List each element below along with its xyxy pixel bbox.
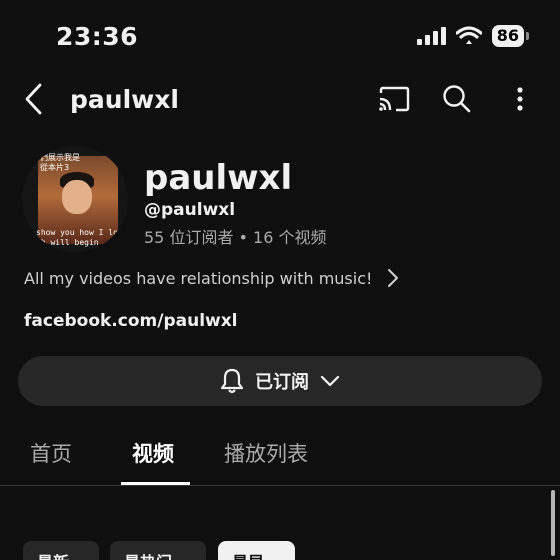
channel-handle: @paulwxl xyxy=(144,200,236,220)
filter-chip-oldest[interactable]: 最早 xyxy=(218,541,295,560)
more-options-button[interactable] xyxy=(507,86,533,116)
avatar-caption: ch will begin xyxy=(36,238,99,247)
avatar-face xyxy=(62,180,92,214)
channel-name: paulwxl xyxy=(144,158,293,198)
channel-tabs: 首页 视频 播放列表 xyxy=(0,432,560,486)
tab-playlists[interactable]: 播放列表 xyxy=(224,438,308,468)
chevron-down-icon xyxy=(320,375,340,387)
signal-icon xyxy=(416,27,446,45)
back-icon xyxy=(25,83,42,115)
active-tab-indicator xyxy=(121,482,190,485)
subscribed-label: 已订阅 xyxy=(255,372,309,393)
search-icon xyxy=(443,85,471,113)
channel-avatar[interactable]: 們展示我是 從本片3 show you how I lov ch will be… xyxy=(22,146,128,252)
page-title: paulwxl xyxy=(70,85,179,114)
tab-home[interactable]: 首页 xyxy=(30,438,72,468)
battery-indicator: 86 xyxy=(491,25,530,47)
channel-link[interactable]: facebook.com/paulwxl xyxy=(24,311,238,331)
filter-chip-latest[interactable]: 最新 xyxy=(23,541,99,560)
search-button[interactable] xyxy=(442,84,472,118)
description-text: All my videos have relationship with mus… xyxy=(24,268,373,288)
back-button[interactable] xyxy=(20,82,50,116)
status-time: 23:36 xyxy=(56,22,139,51)
channel-stats: 55 位订阅者 • 16 个视频 xyxy=(144,228,327,247)
scrollbar[interactable] xyxy=(551,490,555,556)
more-icon xyxy=(517,87,523,111)
wifi-icon xyxy=(455,26,482,44)
cast-icon xyxy=(379,86,410,112)
bell-icon xyxy=(220,368,244,394)
subscribed-button[interactable]: 已订阅 xyxy=(18,356,542,406)
chevron-right-icon xyxy=(388,269,399,287)
channel-description[interactable]: All my videos have relationship with mus… xyxy=(24,268,400,288)
avatar-caption: 從本片3 xyxy=(40,163,70,172)
status-icons: 86 xyxy=(416,25,530,47)
filter-chip-popular[interactable]: 最热门 xyxy=(110,541,206,560)
cast-button[interactable] xyxy=(378,86,410,116)
tab-videos[interactable]: 视频 xyxy=(132,438,174,468)
avatar-caption: show you how I lov xyxy=(36,228,123,237)
